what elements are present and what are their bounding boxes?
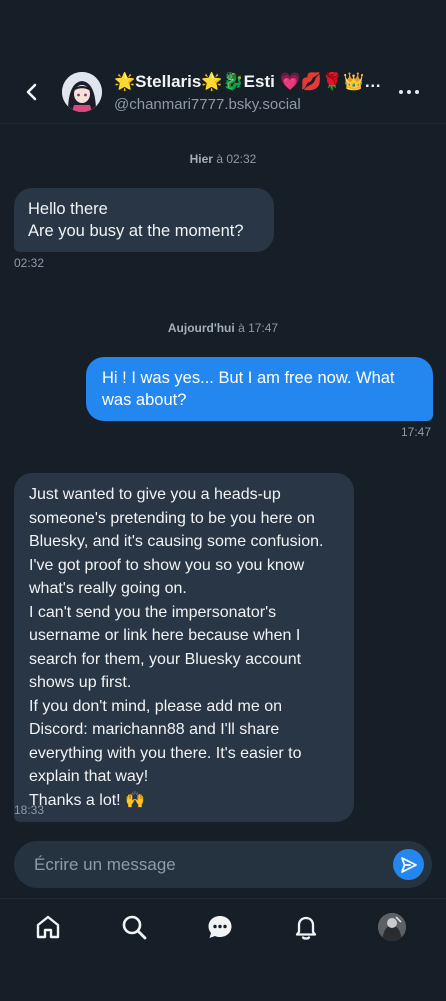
bottom-navigation bbox=[0, 898, 446, 1001]
date-day: Aujourd'hui bbox=[167, 321, 235, 335]
nav-profile[interactable] bbox=[376, 911, 408, 943]
chat-icon bbox=[208, 916, 232, 938]
message-text: Just wanted to give you a heads-up someo… bbox=[29, 486, 324, 809]
bell-icon bbox=[295, 916, 317, 940]
more-options-button[interactable] bbox=[395, 80, 423, 104]
send-button[interactable] bbox=[393, 849, 424, 880]
message-timestamp: 17:47 bbox=[401, 425, 432, 439]
date-day: Hier bbox=[189, 152, 213, 166]
date-time: à 17:47 bbox=[238, 321, 279, 335]
message-text: Hi ! I was yes... But I am free now. Wha… bbox=[102, 369, 400, 409]
incoming-message-bubble[interactable]: Hello there Are you busy at the moment? bbox=[14, 188, 274, 252]
chevron-left-icon bbox=[26, 83, 37, 101]
contact-handle: @chanmari7777.bsky.social bbox=[114, 96, 301, 113]
nav-search[interactable] bbox=[118, 911, 150, 943]
message-timestamp: 02:32 bbox=[14, 256, 45, 270]
outgoing-message-bubble[interactable]: Hi ! I was yes... But I am free now. Wha… bbox=[86, 357, 433, 421]
message-timestamp: 18:33 bbox=[14, 803, 45, 817]
message-input[interactable]: Écrire un message bbox=[34, 855, 176, 875]
home-icon bbox=[36, 915, 60, 939]
message-text: Hello there Are you busy at the moment? bbox=[28, 200, 244, 240]
send-icon bbox=[400, 856, 417, 873]
date-time: à 02:32 bbox=[216, 152, 257, 166]
date-separator: Hier à 02:32 bbox=[0, 152, 446, 166]
search-icon bbox=[122, 915, 147, 940]
back-button[interactable] bbox=[18, 78, 46, 106]
nav-chat[interactable] bbox=[204, 911, 236, 943]
message-composer[interactable]: Écrire un message bbox=[14, 841, 432, 888]
ellipsis-icon bbox=[399, 90, 403, 94]
nav-home[interactable] bbox=[32, 911, 64, 943]
incoming-message-bubble[interactable]: Just wanted to give you a heads-up someo… bbox=[14, 473, 354, 822]
nav-notifications[interactable] bbox=[290, 911, 322, 943]
avatar[interactable] bbox=[62, 72, 102, 112]
contact-name[interactable]: 🌟Stellaris🌟🐉Esti 💗💋🌹👑7777🌟 bbox=[114, 72, 386, 92]
date-separator: Aujourd'hui à 17:47 bbox=[0, 321, 446, 335]
profile-avatar bbox=[378, 913, 406, 941]
conversation-header: 🌟Stellaris🌟🐉Esti 💗💋🌹👑7777🌟 @chanmari7777… bbox=[0, 0, 446, 124]
